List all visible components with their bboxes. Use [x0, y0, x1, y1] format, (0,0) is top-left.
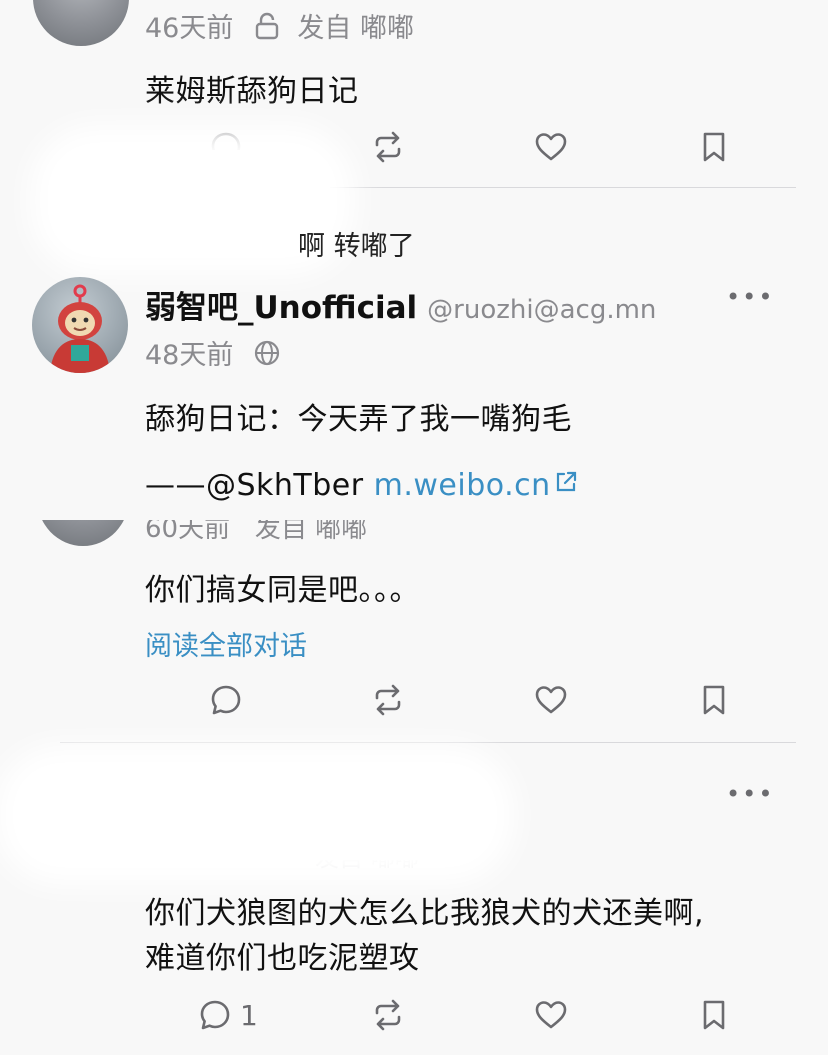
- post-via: 发自 嘟嘟: [297, 13, 414, 44]
- post-text: 舔狗日记：今天弄了我一嘴狗毛: [145, 402, 572, 437]
- post-text: 莱姆斯舔狗日记: [145, 74, 359, 109]
- favourite-button[interactable]: [534, 680, 568, 720]
- post-header: 弱智吧_Unofficial @ruozhi@acg.mn: [145, 282, 656, 327]
- post-meta-partial: 60天前 发自 嘟嘟: [145, 520, 368, 544]
- weibo-link[interactable]: m.weibo.cn: [374, 468, 551, 503]
- reply-icon: [200, 1000, 230, 1030]
- boost-button[interactable]: [371, 127, 405, 167]
- redaction-blur: [20, 770, 490, 860]
- post-actions: 1: [0, 995, 828, 1035]
- post-text: 难道你们也吃泥塑攻: [145, 941, 420, 976]
- globe-icon: [255, 340, 280, 365]
- avatar[interactable]: [37, 520, 129, 546]
- reply-button[interactable]: [209, 680, 243, 720]
- bookmark-icon: [703, 132, 725, 162]
- post-meta: 48天前: [145, 333, 281, 372]
- favourite-button[interactable]: [534, 127, 568, 167]
- bookmark-icon: [703, 1000, 725, 1030]
- bookmark-icon: [703, 685, 725, 715]
- favourite-button[interactable]: [534, 995, 568, 1035]
- read-full-conversation-link[interactable]: 阅读全部对话: [145, 624, 307, 663]
- teletubby-avatar-image: [50, 284, 110, 373]
- repeat-icon: [375, 684, 401, 716]
- post-meta: 46天前 发自 嘟嘟: [145, 6, 414, 45]
- bookmark-button[interactable]: [697, 680, 731, 720]
- more-options-button[interactable]: •••: [726, 780, 774, 808]
- lock-icon: [256, 12, 279, 39]
- redaction-blur: [55, 150, 330, 250]
- post-text: 你们犬狼图的犬怎么比我狼犬的犬还美啊,: [145, 896, 705, 931]
- display-name[interactable]: 弱智吧_Unofficial: [145, 282, 417, 327]
- bookmark-button[interactable]: [697, 127, 731, 167]
- avatar[interactable]: [33, 0, 129, 46]
- more-options-button[interactable]: •••: [726, 283, 774, 311]
- heart-icon: [535, 686, 567, 714]
- repost-label: 啊 转嘟了: [298, 231, 415, 262]
- heart-icon: [535, 1001, 567, 1029]
- post-time[interactable]: 46天前: [145, 6, 233, 45]
- reply-icon: [211, 685, 241, 715]
- post-actions: [0, 680, 828, 720]
- reply-button[interactable]: 1: [198, 995, 258, 1035]
- repeat-icon: [375, 999, 401, 1031]
- boost-button[interactable]: [371, 995, 405, 1035]
- post-text: 你们搞女同是吧。。。: [145, 573, 420, 608]
- post-clip-region: 60天前 发自 嘟嘟: [0, 520, 828, 550]
- post-text-signature: ——@SkhTber m.weibo.cn: [145, 468, 579, 503]
- avatar-ruozhi[interactable]: [32, 277, 128, 373]
- post-time[interactable]: 48天前: [145, 333, 233, 372]
- account-handle[interactable]: @ruozhi@acg.mn: [427, 295, 656, 325]
- external-link-icon: [556, 471, 576, 491]
- heart-icon: [535, 133, 567, 161]
- reply-count: 1: [240, 998, 258, 1032]
- boost-button[interactable]: [371, 680, 405, 720]
- repeat-icon: [375, 131, 401, 163]
- bookmark-button[interactable]: [697, 995, 731, 1035]
- divider: [60, 742, 796, 743]
